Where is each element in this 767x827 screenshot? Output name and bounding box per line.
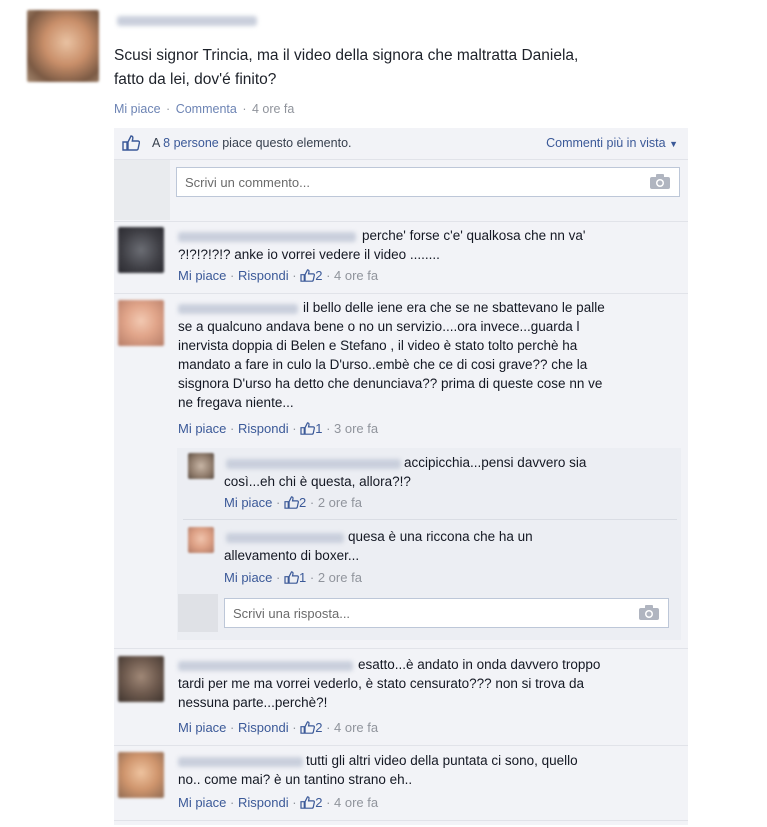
comment-reply-link[interactable]: Rispondi bbox=[238, 795, 289, 810]
comment-text: perche' forse c'e' qualkosa che nn va'?!… bbox=[178, 228, 586, 262]
thumbs-up-icon bbox=[284, 570, 299, 585]
reply-author-avatar[interactable] bbox=[188, 453, 214, 479]
comment-like-count[interactable]: 2 bbox=[315, 268, 322, 283]
camera-icon[interactable] bbox=[649, 173, 671, 190]
thumbs-up-icon bbox=[284, 495, 299, 510]
separator-dot: · bbox=[166, 102, 171, 116]
comment-timestamp[interactable]: 4 ore fa bbox=[334, 795, 378, 810]
separator-dot: · bbox=[292, 421, 297, 436]
comment-like-link[interactable]: Mi piace bbox=[178, 720, 226, 735]
post-timestamp[interactable]: 4 ore fa bbox=[252, 102, 294, 116]
separator-dot: · bbox=[230, 421, 235, 436]
thumbs-up-icon bbox=[300, 268, 316, 283]
divider bbox=[114, 221, 688, 222]
separator-dot: · bbox=[309, 495, 315, 510]
comment-author-avatar[interactable] bbox=[118, 656, 164, 702]
divider bbox=[114, 648, 688, 649]
reply-like-link[interactable]: Mi piace bbox=[224, 495, 272, 510]
thumbs-up-icon bbox=[300, 795, 316, 810]
comment-meta: Mi piace · Rispondi · 1 · 3 ore fa bbox=[178, 421, 378, 436]
post-text-line: fatto da lei, dov'é finito? bbox=[114, 71, 277, 88]
divider bbox=[114, 820, 688, 821]
post-meta: Mi piace · Commenta · 4 ore fa bbox=[114, 102, 296, 116]
reply-meta: Mi piace · 2 · 2 ore fa bbox=[224, 495, 362, 510]
thumbs-up-icon bbox=[300, 720, 316, 735]
comment-meta: Mi piace · Rispondi · 2 · 4 ore fa bbox=[178, 268, 378, 283]
comment-like-count[interactable]: 1 bbox=[315, 421, 322, 436]
separator-dot: · bbox=[292, 795, 297, 810]
separator-dot: · bbox=[230, 268, 235, 283]
post-text-line: Scusi signor Trincia, ma il video della … bbox=[114, 47, 579, 64]
separator-dot: · bbox=[326, 421, 331, 436]
comment-meta: Mi piace · Rispondi · 2 · 4 ore fa bbox=[178, 720, 378, 735]
comment-reply-link[interactable]: Rispondi bbox=[238, 268, 289, 283]
separator-dot: · bbox=[326, 720, 331, 735]
comment-like-link[interactable]: Mi piace bbox=[178, 268, 226, 283]
reply-text: accipicchia...pensi davvero sia così...eh… bbox=[224, 455, 587, 489]
sort-label: Commenti più in vista bbox=[546, 136, 666, 150]
reply-input-placeholder: Scrivi una risposta... bbox=[233, 606, 351, 621]
comment-input-placeholder: Scrivi un commento... bbox=[185, 175, 310, 190]
separator-dot: · bbox=[309, 570, 315, 585]
separator-dot: · bbox=[292, 720, 297, 735]
camera-icon[interactable] bbox=[638, 604, 660, 621]
comment-reply-link[interactable]: Rispondi bbox=[238, 720, 289, 735]
post-text: Scusi signor Trincia, ma il video della … bbox=[114, 44, 674, 92]
likes-summary-text: A 8 persone piace questo elemento. bbox=[152, 136, 352, 150]
separator-dot: · bbox=[230, 795, 235, 810]
current-user-avatar-placeholder bbox=[114, 160, 170, 220]
reply-like-count[interactable]: 1 bbox=[299, 570, 306, 585]
likes-suffix: piace questo elemento. bbox=[222, 136, 352, 150]
comment-like-count[interactable]: 2 bbox=[315, 795, 322, 810]
post-author-avatar[interactable] bbox=[27, 10, 99, 82]
reply-text: quesa è una riccona che ha un allevamento… bbox=[224, 529, 533, 563]
comment-text: il bello delle iene era che se ne sbatte… bbox=[178, 300, 605, 410]
comment-reply-link[interactable]: Rispondi bbox=[238, 421, 289, 436]
comment-timestamp[interactable]: 4 ore fa bbox=[334, 720, 378, 735]
reply-like-link[interactable]: Mi piace bbox=[224, 570, 272, 585]
divider bbox=[114, 745, 688, 746]
divider bbox=[183, 519, 677, 520]
separator-dot: · bbox=[242, 102, 247, 116]
thumbs-up-icon bbox=[300, 421, 316, 436]
post-like-link[interactable]: Mi piace bbox=[114, 102, 161, 116]
comment-author-avatar[interactable] bbox=[118, 300, 164, 346]
comment-meta: Mi piace · Rispondi · 2 · 4 ore fa bbox=[178, 795, 378, 810]
reply-like-count[interactable]: 2 bbox=[299, 495, 306, 510]
comment-like-link[interactable]: Mi piace bbox=[178, 795, 226, 810]
current-user-avatar-placeholder bbox=[178, 594, 218, 632]
comment-timestamp[interactable]: 3 ore fa bbox=[334, 421, 378, 436]
separator-dot: · bbox=[276, 495, 281, 510]
thumbs-up-icon bbox=[122, 135, 141, 154]
likes-prefix: A bbox=[152, 136, 160, 150]
comment-like-link[interactable]: Mi piace bbox=[178, 421, 226, 436]
comment-input[interactable]: Scrivi un commento... bbox=[176, 167, 680, 197]
likes-people-link[interactable]: 8 persone bbox=[163, 136, 219, 150]
comment-like-count[interactable]: 2 bbox=[315, 720, 322, 735]
reply-timestamp[interactable]: 2 ore fa bbox=[318, 570, 362, 585]
likes-summary-bar: A 8 persone piace questo elemento. Comme… bbox=[114, 128, 688, 160]
separator-dot: · bbox=[292, 268, 297, 283]
comment-sort-dropdown[interactable]: Commenti più in vista ▼ bbox=[546, 136, 678, 150]
post-comment-link[interactable]: Commenta bbox=[176, 102, 237, 116]
reply-meta: Mi piace · 1 · 2 ore fa bbox=[224, 570, 362, 585]
comment-author-avatar[interactable] bbox=[118, 752, 164, 798]
separator-dot: · bbox=[276, 570, 281, 585]
separator-dot: · bbox=[326, 795, 331, 810]
separator-dot: · bbox=[326, 268, 331, 283]
reply-timestamp[interactable]: 2 ore fa bbox=[318, 495, 362, 510]
caret-down-icon: ▼ bbox=[669, 139, 678, 149]
separator-dot: · bbox=[230, 720, 235, 735]
divider bbox=[114, 293, 688, 294]
comment-timestamp[interactable]: 4 ore fa bbox=[334, 268, 378, 283]
post-author-name[interactable] bbox=[117, 16, 257, 26]
comment-text: esatto...è andato in onda davvero troppo… bbox=[178, 657, 601, 710]
reply-input[interactable]: Scrivi una risposta... bbox=[224, 598, 669, 628]
comment-author-avatar[interactable] bbox=[118, 227, 164, 273]
reply-author-avatar[interactable] bbox=[188, 527, 214, 553]
comment-text: tutti gli altri video della puntata ci s… bbox=[178, 753, 578, 787]
